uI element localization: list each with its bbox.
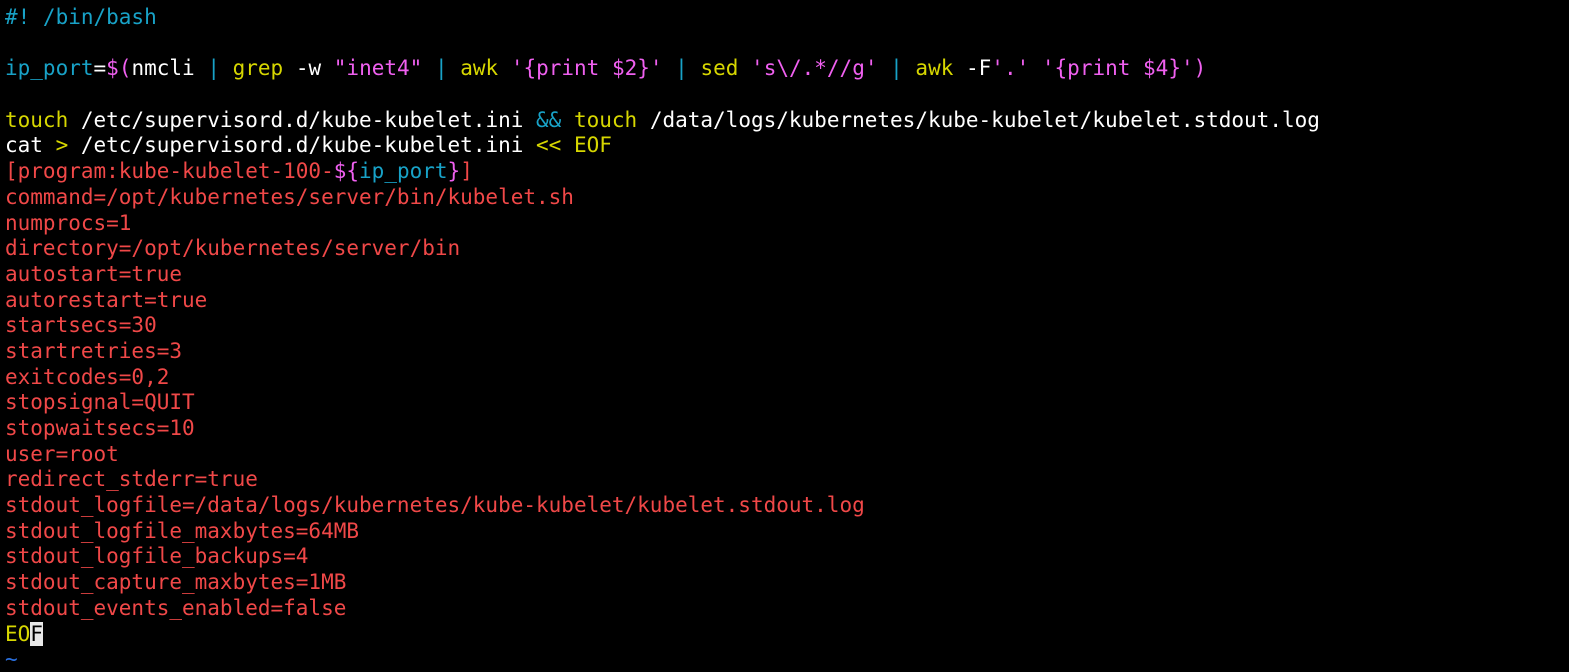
code-line[interactable]: cat > /etc/supervisord.d/kube-kubelet.in… bbox=[5, 133, 1320, 159]
code-token: ) bbox=[1193, 56, 1207, 81]
code-token: awk bbox=[460, 56, 511, 81]
code-token: stdout_capture_maxbytes=1MB bbox=[5, 570, 347, 595]
code-token: && bbox=[536, 107, 562, 132]
code-token: [program:kube-kubelet-100- bbox=[5, 159, 334, 184]
code-token: cat bbox=[5, 133, 56, 158]
code-token: /etc/supervisord.d/kube-kubelet.ini bbox=[68, 133, 537, 158]
code-token: '{print $4}' bbox=[1041, 56, 1194, 81]
code-token: directory=/opt/kubernetes/server/bin bbox=[5, 236, 461, 261]
code-line[interactable]: EOF bbox=[5, 621, 1320, 648]
code-token: -F bbox=[966, 56, 992, 81]
code-token: EO bbox=[5, 621, 31, 646]
code-token: 's\/.*//g' bbox=[751, 56, 878, 81]
code-token: | bbox=[422, 56, 461, 81]
editor-buffer[interactable]: #! /bin/bash ip_port=$(nmcli | grep -w "… bbox=[5, 5, 1320, 672]
code-line[interactable]: stdout_capture_maxbytes=1MB bbox=[5, 570, 1320, 596]
code-line[interactable]: autorestart=true bbox=[5, 288, 1320, 314]
code-token: /etc/supervisord.d/kube-kubelet.ini bbox=[68, 107, 537, 132]
code-token: << EOF bbox=[536, 133, 612, 158]
text-cursor: F bbox=[30, 621, 43, 646]
code-line[interactable]: user=root bbox=[5, 442, 1320, 468]
code-line[interactable]: numprocs=1 bbox=[5, 211, 1320, 237]
code-line[interactable]: stdout_logfile=/data/logs/kubernetes/kub… bbox=[5, 493, 1320, 519]
code-line[interactable]: stdout_logfile_backups=4 bbox=[5, 544, 1320, 570]
code-token: command=/opt/kubernetes/server/bin/kubel… bbox=[5, 184, 574, 209]
code-token: nmcli bbox=[131, 56, 208, 81]
code-token: sed bbox=[700, 56, 752, 81]
code-line[interactable] bbox=[5, 82, 1320, 108]
code-token: | bbox=[662, 56, 701, 81]
code-token: /data/logs/kubernetes/kube-kubelet/kubel… bbox=[637, 107, 1320, 132]
code-token: } bbox=[447, 159, 461, 184]
code-token: startretries=3 bbox=[5, 338, 183, 363]
code-token: ${ bbox=[333, 159, 360, 184]
code-token: grep bbox=[219, 56, 296, 81]
code-line[interactable]: stdout_logfile_maxbytes=64MB bbox=[5, 519, 1320, 545]
code-line[interactable]: autostart=true bbox=[5, 262, 1320, 288]
code-token: -w bbox=[295, 56, 334, 81]
code-token: autostart=true bbox=[5, 261, 183, 286]
code-token: '{print $2}' bbox=[510, 56, 663, 81]
code-token: autorestart=true bbox=[5, 287, 208, 312]
code-token: > bbox=[55, 133, 69, 158]
code-token: touch bbox=[5, 107, 69, 132]
code-token: stopsignal=QUIT bbox=[5, 390, 195, 415]
code-token: "inet4" bbox=[333, 56, 423, 81]
code-line[interactable]: stdout_events_enabled=false bbox=[5, 596, 1320, 622]
code-token: exitcodes=0,2 bbox=[5, 364, 170, 389]
code-line[interactable]: touch /etc/supervisord.d/kube-kubelet.in… bbox=[5, 108, 1320, 134]
empty-buffer-line[interactable]: ~ bbox=[5, 647, 1320, 672]
code-token: = bbox=[93, 56, 107, 81]
code-token: | bbox=[877, 56, 916, 81]
code-token: startsecs=30 bbox=[5, 313, 157, 338]
code-line[interactable]: startretries=3 bbox=[5, 339, 1320, 365]
code-line[interactable]: [program:kube-kubelet-100-${ip_port}] bbox=[5, 159, 1320, 185]
code-token: ~ bbox=[5, 647, 18, 672]
code-line[interactable]: #! /bin/bash bbox=[5, 5, 1320, 31]
code-token: $( bbox=[106, 56, 132, 81]
code-token: numprocs=1 bbox=[5, 210, 132, 235]
code-token: redirect_stderr=true bbox=[5, 467, 258, 492]
code-token: stopwaitsecs=10 bbox=[5, 416, 195, 440]
code-token: ip_port bbox=[359, 159, 448, 184]
code-token: ip_port bbox=[5, 56, 94, 81]
code-token: stdout_logfile_maxbytes=64MB bbox=[5, 518, 360, 543]
code-line[interactable]: command=/opt/kubernetes/server/bin/kubel… bbox=[5, 185, 1320, 211]
window-margin bbox=[1569, 0, 1595, 672]
code-line[interactable]: stopwaitsecs=10 bbox=[5, 416, 1320, 442]
code-line[interactable]: ip_port=$(nmcli | grep -w "inet4" | awk … bbox=[5, 56, 1320, 82]
terminal-window[interactable]: #! /bin/bash ip_port=$(nmcli | grep -w "… bbox=[0, 0, 1569, 672]
code-token: ] bbox=[460, 159, 473, 184]
code-line[interactable]: exitcodes=0,2 bbox=[5, 365, 1320, 391]
code-token: stdout_logfile=/data/logs/kubernetes/kub… bbox=[5, 493, 865, 518]
code-token: stdout_events_enabled=false bbox=[5, 595, 347, 620]
code-token: '.' bbox=[991, 56, 1030, 81]
code-token: | bbox=[207, 56, 220, 81]
code-line[interactable]: directory=/opt/kubernetes/server/bin bbox=[5, 236, 1320, 262]
code-line[interactable]: startsecs=30 bbox=[5, 313, 1320, 339]
code-token: #! /bin/bash bbox=[5, 5, 157, 29]
code-token: touch bbox=[561, 107, 638, 132]
code-line[interactable] bbox=[5, 31, 1320, 57]
code-token: stdout_logfile_backups=4 bbox=[5, 544, 309, 569]
code-line[interactable]: stopsignal=QUIT bbox=[5, 390, 1320, 416]
code-line[interactable]: redirect_stderr=true bbox=[5, 467, 1320, 493]
code-token: awk bbox=[915, 56, 966, 81]
code-token: user=root bbox=[5, 441, 119, 466]
